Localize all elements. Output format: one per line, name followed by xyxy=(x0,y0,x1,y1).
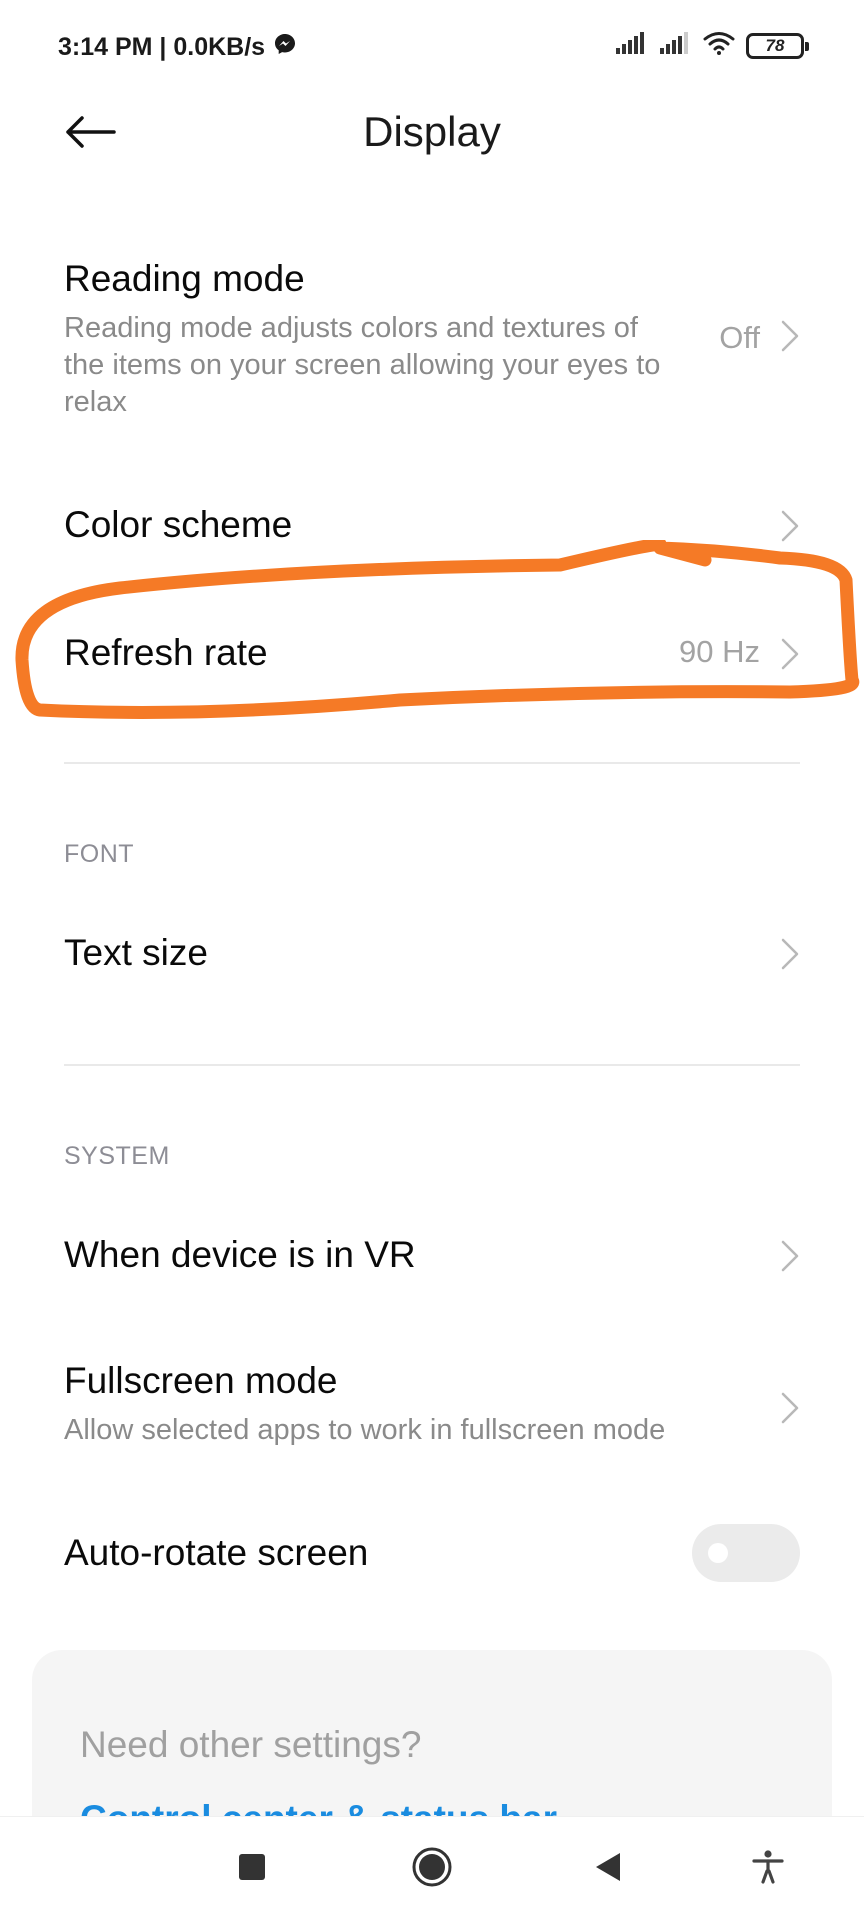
accessibility-button[interactable] xyxy=(740,1841,796,1897)
home-circle-icon xyxy=(410,1845,454,1894)
back-nav-button[interactable] xyxy=(580,1841,636,1897)
wifi-icon xyxy=(702,30,736,61)
signal-icon xyxy=(658,30,692,61)
home-button[interactable] xyxy=(404,1841,460,1897)
chevron-right-icon xyxy=(778,1390,802,1426)
recents-button[interactable] xyxy=(224,1841,280,1897)
reading-mode-row[interactable]: Reading mode Reading mode adjusts colors… xyxy=(0,240,864,440)
color-scheme-row[interactable]: Color scheme xyxy=(0,486,864,566)
refresh-rate-title: Refresh rate xyxy=(64,632,268,673)
back-triangle-icon xyxy=(592,1850,624,1889)
fullscreen-mode-title: Fullscreen mode xyxy=(64,1360,338,1401)
page-title: Display xyxy=(363,108,501,155)
chevron-right-icon xyxy=(778,636,802,672)
vr-row[interactable]: When device is in VR xyxy=(0,1216,864,1296)
chevron-right-icon xyxy=(778,318,802,354)
status-left: 3:14 PM | 0.0KB/s xyxy=(58,32,297,63)
fullscreen-mode-row[interactable]: Fullscreen mode Allow selected apps to w… xyxy=(0,1342,864,1462)
fullscreen-mode-description: Allow selected apps to work in fullscree… xyxy=(64,1414,666,1446)
reading-mode-description: Reading mode adjusts colors and textures… xyxy=(64,312,661,418)
battery-level: 78 xyxy=(765,35,785,55)
navigation-bar xyxy=(0,1816,864,1920)
header: Display xyxy=(0,96,864,176)
refresh-rate-row[interactable]: Refresh rate 90 Hz xyxy=(0,614,864,694)
reading-mode-title: Reading mode xyxy=(64,258,305,299)
messenger-icon xyxy=(273,32,297,63)
status-time-speed: 3:14 PM | 0.0KB/s xyxy=(58,33,266,61)
color-scheme-title: Color scheme xyxy=(64,504,293,545)
text-size-title: Text size xyxy=(64,932,208,973)
card-title: Need other settings? xyxy=(80,1724,422,1765)
reading-mode-value: Off xyxy=(719,320,760,355)
chevron-right-icon xyxy=(778,936,802,972)
signal-icon xyxy=(614,30,648,61)
status-right: 78 xyxy=(614,30,809,61)
auto-rotate-title: Auto-rotate screen xyxy=(64,1532,369,1573)
accessibility-icon xyxy=(751,1849,785,1890)
chevron-right-icon xyxy=(778,508,802,544)
status-bar: 3:14 PM | 0.0KB/s 78 xyxy=(0,0,864,96)
text-size-row[interactable]: Text size xyxy=(0,914,864,994)
display-settings-screen: 3:14 PM | 0.0KB/s 78 Display Reading mod… xyxy=(0,0,864,1920)
divider xyxy=(64,762,800,764)
divider xyxy=(64,1064,800,1066)
auto-rotate-toggle[interactable] xyxy=(692,1524,800,1582)
vr-title: When device is in VR xyxy=(64,1234,416,1275)
refresh-rate-value: 90 Hz xyxy=(679,634,760,669)
section-label-system: SYSTEM xyxy=(64,1142,170,1170)
recents-square-icon xyxy=(237,1852,267,1887)
section-label-font: FONT xyxy=(64,840,135,868)
chevron-right-icon xyxy=(778,1238,802,1274)
toggle-knob xyxy=(708,1543,728,1563)
battery-icon: 78 xyxy=(746,32,809,59)
